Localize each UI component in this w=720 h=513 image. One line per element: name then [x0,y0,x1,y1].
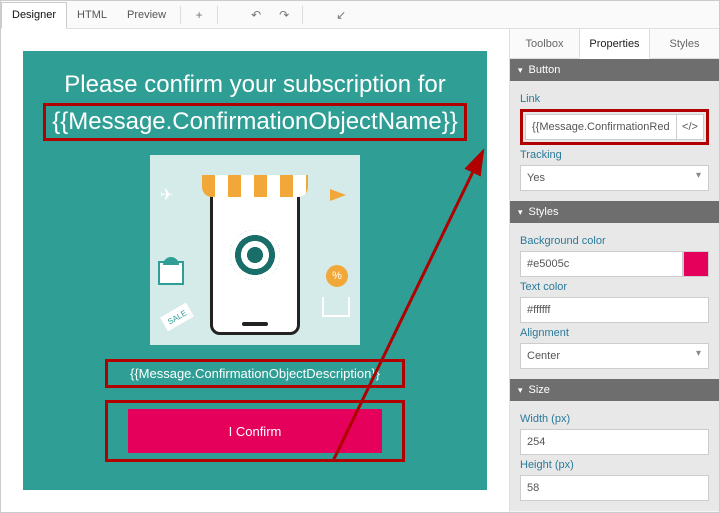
percent-icon: % [326,265,348,287]
tracking-select[interactable] [520,165,709,191]
width-input[interactable] [520,429,709,455]
phone-illustration [210,180,300,335]
megaphone-icon [330,189,346,201]
text-color-input[interactable] [520,297,709,323]
section-button-header[interactable]: ▾ Button [510,59,719,81]
collapse-button[interactable]: ↙ [327,1,355,28]
code-editor-button[interactable]: </> [676,114,704,140]
height-label: Height (px) [520,459,709,471]
sale-tag-icon: SALE [160,303,194,332]
confirm-button-highlight: I Confirm [105,400,405,462]
bg-color-input[interactable] [520,251,683,277]
tab-html[interactable]: HTML [67,1,117,28]
main-area: Please confirm your subscription for {{M… [1,29,719,512]
tab-designer[interactable]: Designer [1,2,67,29]
confirm-button[interactable]: I Confirm [128,409,382,453]
section-size-body: Width (px) Height (px) [510,401,719,511]
gift-icon [158,261,184,285]
awning-icon [202,175,308,197]
side-panel: Toolbox Properties Styles ▾ Button Link <… [509,29,719,512]
link-label: Link [520,93,709,105]
add-button[interactable]: + [185,1,213,28]
email-canvas[interactable]: Please confirm your subscription for {{M… [23,51,487,490]
bg-color-swatch[interactable] [683,251,709,277]
link-input[interactable] [525,114,676,140]
tracking-label: Tracking [520,149,709,161]
redo-button[interactable]: ↷ [270,1,298,28]
chevron-down-icon: ▾ [518,385,523,396]
app-root: Designer HTML Preview + ↶ ↷ ↙ Please con… [0,0,720,513]
bg-color-label: Background color [520,235,709,247]
separator [217,6,218,24]
section-button-body: Link </> Tracking [510,81,719,201]
section-styles-body: Background color Text color Alignment [510,223,719,379]
tab-toolbox[interactable]: Toolbox [510,29,579,58]
tab-styles[interactable]: Styles [650,29,719,58]
description-placeholder: {{Message.ConfirmationObjectDescription}… [105,359,405,388]
section-size-header[interactable]: ▾ Size [510,379,719,401]
section-styles-title: Styles [529,206,559,218]
headline-text: Please confirm your subscription for [43,69,467,101]
tab-properties[interactable]: Properties [579,29,650,59]
target-icon [230,230,280,280]
section-styles-header[interactable]: ▾ Styles [510,201,719,223]
side-panel-body: ▾ Button Link </> Tracking ▾ Styles Backgr… [510,59,719,512]
height-input[interactable] [520,475,709,501]
link-field-highlight: </> [520,109,709,145]
section-button-title: Button [529,64,561,76]
width-label: Width (px) [520,413,709,425]
chevron-down-icon: ▾ [518,65,523,76]
separator [302,6,303,24]
chevron-down-icon: ▾ [518,207,523,218]
side-tab-bar: Toolbox Properties Styles [510,29,719,59]
separator [180,6,181,24]
object-name-placeholder: {{Message.ConfirmationObjectName}} [43,103,467,141]
section-size-title: Size [529,384,550,396]
cart-icon [322,297,350,317]
canvas-wrap: Please confirm your subscription for {{M… [1,29,509,512]
paper-plane-icon: ✈ [160,185,173,205]
text-color-label: Text color [520,281,709,293]
alignment-select[interactable] [520,343,709,369]
tab-preview[interactable]: Preview [117,1,176,28]
hero-image: SALE % ✈ [150,155,360,345]
undo-button[interactable]: ↶ [242,1,270,28]
alignment-label: Alignment [520,327,709,339]
top-tab-bar: Designer HTML Preview + ↶ ↷ ↙ [1,1,719,29]
